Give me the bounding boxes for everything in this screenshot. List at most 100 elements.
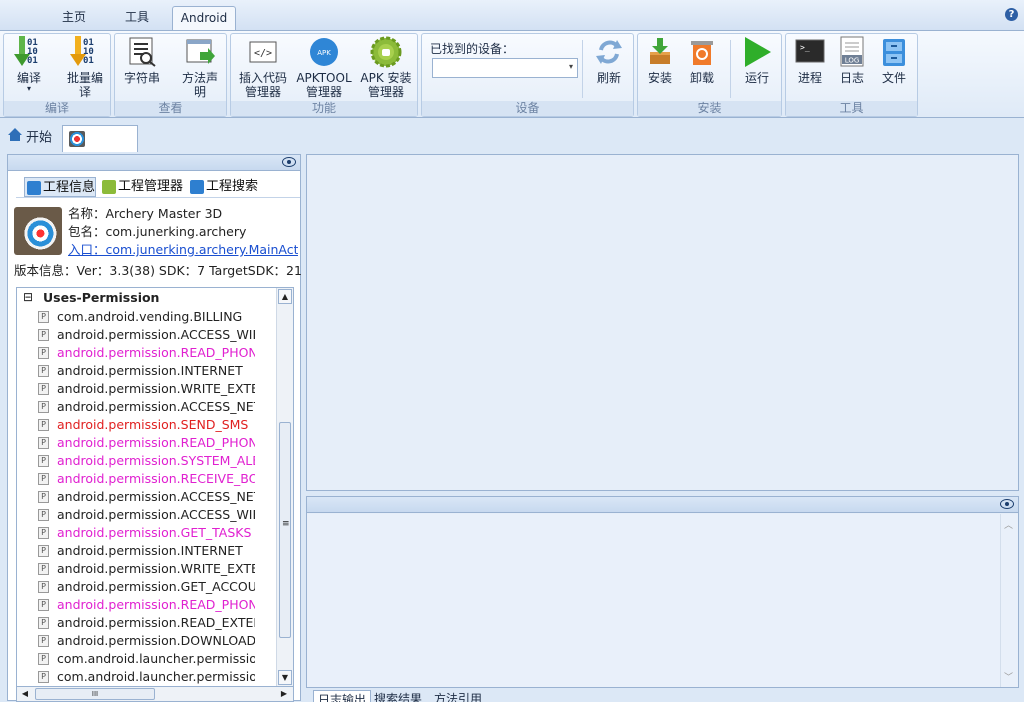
permission-item[interactable]: Pandroid.permission.DOWNLOAD_WITHOUT_NOT… — [38, 632, 255, 650]
method-decl-button[interactable]: 方法声 明 — [175, 36, 225, 99]
permission-item[interactable]: Pandroid.permission.READ_PHONE_STATE — [38, 434, 255, 452]
tab-project-info[interactable]: 工程信息 — [24, 177, 96, 197]
tree-root-label[interactable]: Uses-Permission — [43, 290, 159, 306]
search-icon — [190, 180, 204, 194]
separator — [16, 197, 300, 198]
permission-item[interactable]: Pandroid.permission.READ_PHONE_STATE — [38, 344, 255, 362]
vertical-scrollbar[interactable]: ▲ ≡ ▼ — [276, 288, 293, 686]
project-entry-link[interactable]: 入口：com.junerking.archery.MainActi... — [68, 241, 298, 259]
group-caption: 安装 — [638, 101, 781, 116]
run-button[interactable]: 运行 — [736, 36, 778, 85]
eye-icon[interactable] — [1000, 499, 1014, 509]
permission-item[interactable]: Pandroid.permission.INTERNET — [38, 362, 255, 380]
install-button[interactable]: 安装 — [640, 36, 680, 85]
scroll-left-button[interactable]: ◀ — [18, 687, 32, 701]
group-tools: >_ 进程 LOG 日志 文件 工具 — [785, 33, 918, 117]
tab-android[interactable]: Android — [172, 6, 236, 30]
strings-label: 字符串 — [123, 71, 160, 85]
permission-item[interactable]: Pandroid.permission.READ_EXTERNAL_STORAG… — [38, 614, 255, 632]
scroll-thumb[interactable]: III — [35, 688, 155, 700]
permission-item[interactable]: Pandroid.permission.GET_TASKS — [38, 524, 255, 542]
method-decl-icon — [184, 36, 216, 68]
permission-item[interactable]: Pcom.android.vending.BILLING — [38, 308, 255, 326]
tab-project-search[interactable]: 工程搜索 — [188, 177, 268, 197]
process-label: 进程 — [797, 71, 822, 85]
permission-item[interactable]: Pandroid.permission.WRITE_EXTERNAL_STORA… — [38, 560, 255, 578]
permission-label: com.android.vending.BILLING — [57, 309, 243, 324]
permission-item[interactable]: Pandroid.permission.GET_ACCOUNTS — [38, 578, 255, 596]
permission-icon: P — [38, 617, 49, 629]
tab-archery[interactable]: archery — [62, 125, 138, 172]
batch-compile-button[interactable]: 01 10 01 批量编 译 — [62, 36, 108, 99]
tab-search-results[interactable]: 搜索结果 — [374, 690, 422, 702]
horizontal-scrollbar[interactable]: ◀ III ▶ — [16, 686, 294, 702]
output-area[interactable]: ︿ ﹀ — [307, 514, 1018, 687]
insert-code-manager-button[interactable]: </> 插入代码 管理器 — [234, 36, 292, 99]
permission-icon: P — [38, 671, 49, 683]
tab-start-label: 开始 — [26, 130, 53, 146]
scroll-down-button[interactable]: ﹀ — [1004, 670, 1013, 683]
main-view-panel — [306, 154, 1019, 491]
permission-item[interactable]: Pandroid.permission.SEND_SMS — [38, 416, 255, 434]
device-select[interactable]: ▾ — [432, 58, 578, 78]
strings-button[interactable]: 字符串 — [118, 36, 166, 85]
permission-label: android.permission.READ_PHONE_STATE — [57, 435, 255, 450]
permission-item[interactable]: Pandroid.permission.WRITE_EXTERNAL_STORA… — [38, 380, 255, 398]
ribbon-tab-bar: 主页 工具 Android ? — [0, 0, 1024, 30]
eye-icon[interactable] — [282, 157, 296, 167]
apktool-label: APKTOOL 管理器 — [296, 71, 352, 99]
collapse-icon[interactable]: ⊟ — [23, 290, 33, 304]
tab-log-output[interactable]: 日志输出 — [313, 690, 372, 702]
permission-label: android.permission.WRITE_EXTERNAL_STORAG… — [57, 561, 255, 576]
permission-label: android.permission.SYSTEM_ALERT_WINDOW — [57, 453, 255, 468]
file-cabinet-icon — [878, 36, 910, 68]
scroll-thumb[interactable]: ≡ — [279, 422, 291, 638]
process-button[interactable]: >_ 进程 — [789, 36, 831, 85]
found-devices-label: 已找到的设备： — [430, 42, 515, 56]
permission-item[interactable]: Pcom.android.launcher.permission.UNINSTA… — [38, 668, 255, 686]
scroll-up-button[interactable]: ︿ — [1004, 518, 1013, 531]
scroll-up-button[interactable]: ▲ — [278, 289, 292, 304]
tab-method-refs[interactable]: 方法引用 — [434, 690, 482, 702]
permission-item[interactable]: Pandroid.permission.RECEIVE_BOOT_COMPLET… — [38, 470, 255, 488]
tab-home[interactable]: 主页 — [52, 6, 96, 30]
info-icon — [27, 181, 41, 195]
permission-item[interactable]: Pandroid.permission.READ_PHONE_STATE — [38, 596, 255, 614]
output-scrollbar[interactable]: ︿ ﹀ — [1000, 514, 1016, 687]
tab-start[interactable]: 开始 — [2, 125, 60, 152]
tab-project-manager[interactable]: 工程管理器 — [100, 177, 186, 197]
file-button[interactable]: 文件 — [873, 36, 915, 85]
group-caption: 设备 — [422, 101, 633, 116]
app-icon — [69, 130, 85, 147]
permission-item[interactable]: Pandroid.permission.SYSTEM_ALERT_WINDOW — [38, 452, 255, 470]
permission-item[interactable]: Pandroid.permission.ACCESS_NETWORK_STATE — [38, 488, 255, 506]
refresh-button[interactable]: 刷新 — [586, 36, 632, 85]
permission-icon: P — [38, 347, 49, 359]
project-package: 包名：com.junerking.archery — [68, 224, 247, 239]
permission-item[interactable]: Pandroid.permission.ACCESS_NETWORK_STATE — [38, 398, 255, 416]
run-label: 运行 — [744, 71, 769, 85]
group-caption: 功能 — [231, 101, 417, 116]
permission-label: com.android.launcher.permission.INSTALL_… — [57, 651, 255, 666]
uninstall-button[interactable]: 卸载 — [682, 36, 722, 85]
tab-tools[interactable]: 工具 — [115, 6, 159, 30]
permission-item[interactable]: Pandroid.permission.INTERNET — [38, 542, 255, 560]
terminal-icon: >_ — [794, 36, 826, 68]
help-icon[interactable]: ? — [1005, 8, 1018, 21]
scroll-down-button[interactable]: ▼ — [278, 670, 292, 685]
apk-install-manager-button[interactable]: APK 安装 管理器 — [357, 36, 415, 99]
permission-icon: P — [38, 329, 49, 341]
permission-item[interactable]: Pandroid.permission.ACCESS_WIFI_STATE — [38, 506, 255, 524]
permission-label: android.permission.INTERNET — [57, 543, 243, 558]
permission-item[interactable]: Pcom.android.launcher.permission.INSTALL… — [38, 650, 255, 668]
separator — [582, 40, 583, 98]
apktool-manager-button[interactable]: APK APKTOOL 管理器 — [295, 36, 353, 99]
compile-button[interactable]: 01 10 01 编译 ▾ — [6, 36, 52, 93]
batch-compile-icon: 01 10 01 — [69, 36, 101, 68]
group-caption: 查看 — [115, 101, 226, 116]
permission-icon: P — [38, 509, 49, 521]
log-button[interactable]: LOG 日志 — [831, 36, 873, 85]
permission-item[interactable]: Pandroid.permission.ACCESS_WIFI_STATE — [38, 326, 255, 344]
permission-icon: P — [38, 311, 49, 323]
scroll-right-button[interactable]: ▶ — [277, 687, 291, 701]
